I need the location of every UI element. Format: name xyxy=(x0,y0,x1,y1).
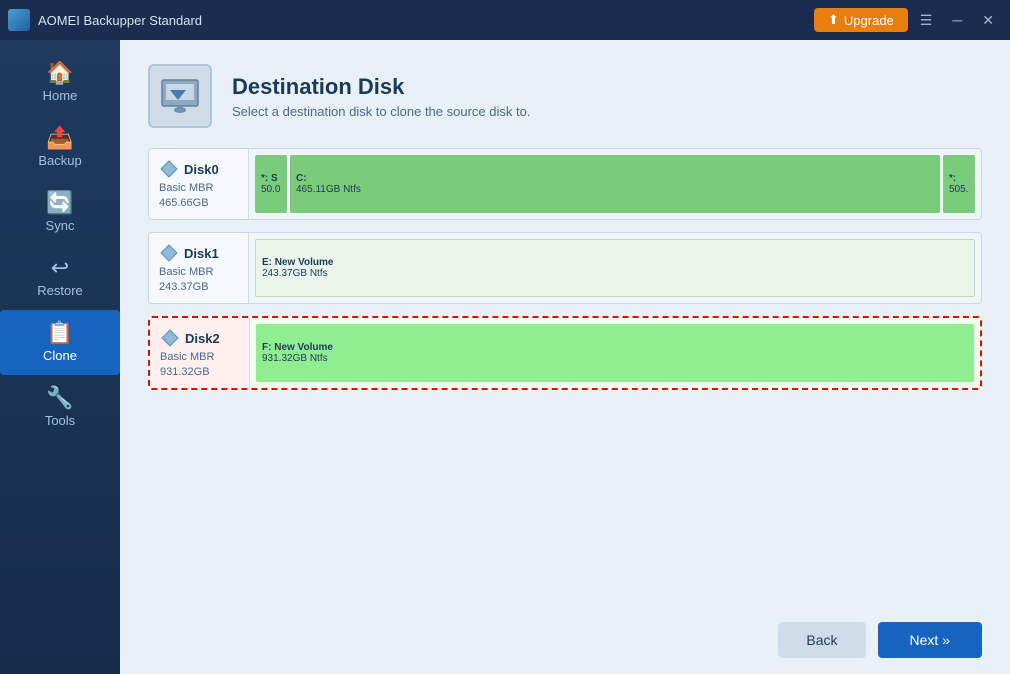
titlebar-right: ⬆ Upgrade ☰ ─ ✕ xyxy=(814,8,1002,33)
sidebar-item-home[interactable]: 🏠 Home xyxy=(0,50,120,115)
tools-icon: 🔧 xyxy=(46,387,73,409)
sidebar-label-backup: Backup xyxy=(38,153,81,168)
disk2-partitions: F: New Volume 931.32GB Ntfs xyxy=(250,318,980,388)
app-icon xyxy=(8,9,30,31)
clone-icon: 📋 xyxy=(46,322,73,344)
disk0-partition-c: C: 465.11GB Ntfs xyxy=(290,155,940,213)
upgrade-icon: ⬆ xyxy=(828,12,839,28)
restore-icon: ↩ xyxy=(51,257,69,279)
disk-row-disk2[interactable]: Disk2 Basic MBR 931.32GB F: New Volume 9… xyxy=(148,316,982,390)
page-icon-box xyxy=(148,64,212,128)
close-button[interactable]: ✕ xyxy=(974,8,1002,33)
disk0-size: 465.66GB xyxy=(159,197,238,209)
sidebar-label-home: Home xyxy=(43,88,78,103)
disk0-type: Basic MBR xyxy=(159,182,238,194)
sidebar-item-clone[interactable]: 📋 Clone xyxy=(0,310,120,375)
bottom-bar: Back Next » xyxy=(148,608,982,658)
backup-icon: 📤 xyxy=(46,127,73,149)
disk1-info: Disk1 Basic MBR 243.37GB xyxy=(149,233,249,303)
home-icon: 🏠 xyxy=(46,62,73,84)
sidebar-item-restore[interactable]: ↩ Restore xyxy=(0,245,120,310)
page-subtitle: Select a destination disk to clone the s… xyxy=(232,104,530,119)
disk0-partitions: *: S 50.0 C: 465.11GB Ntfs *: 505. xyxy=(249,149,981,219)
disk1-diamond-icon xyxy=(159,243,179,263)
titlebar: AOMEI Backupper Standard ⬆ Upgrade ☰ ─ ✕ xyxy=(0,0,1010,40)
sidebar-label-sync: Sync xyxy=(46,218,75,233)
disk0-name: Disk0 xyxy=(184,162,219,177)
disk0-info: Disk0 Basic MBR 465.66GB xyxy=(149,149,249,219)
disk1-name: Disk1 xyxy=(184,246,219,261)
back-button[interactable]: Back xyxy=(778,622,865,658)
main-layout: 🏠 Home 📤 Backup 🔄 Sync ↩ Restore 📋 Clone… xyxy=(0,40,1010,674)
titlebar-left: AOMEI Backupper Standard xyxy=(8,9,202,31)
upgrade-button[interactable]: ⬆ Upgrade xyxy=(814,8,908,32)
disk2-diamond-icon xyxy=(160,328,180,348)
disk2-info: Disk2 Basic MBR 931.32GB xyxy=(150,318,250,388)
page-header: Destination Disk Select a destination di… xyxy=(148,64,982,128)
disk1-size: 243.37GB xyxy=(159,281,238,293)
disk-list: Disk0 Basic MBR 465.66GB *: S 50.0 C: 46… xyxy=(148,148,982,608)
sidebar-item-sync[interactable]: 🔄 Sync xyxy=(0,180,120,245)
destination-disk-icon xyxy=(156,72,204,120)
sidebar-label-tools: Tools xyxy=(45,413,75,428)
minimize-button[interactable]: ─ xyxy=(944,8,970,32)
sidebar-item-backup[interactable]: 📤 Backup xyxy=(0,115,120,180)
menu-button[interactable]: ☰ xyxy=(912,8,941,33)
disk-row-disk0[interactable]: Disk0 Basic MBR 465.66GB *: S 50.0 C: 46… xyxy=(148,148,982,220)
disk1-type: Basic MBR xyxy=(159,266,238,278)
sidebar-item-tools[interactable]: 🔧 Tools xyxy=(0,375,120,440)
disk1-partition-e: E: New Volume 243.37GB Ntfs xyxy=(255,239,975,297)
disk0-partition-system: *: S 50.0 xyxy=(255,155,287,213)
disk2-partition-f: F: New Volume 931.32GB Ntfs xyxy=(256,324,974,382)
sidebar: 🏠 Home 📤 Backup 🔄 Sync ↩ Restore 📋 Clone… xyxy=(0,40,120,674)
disk2-type: Basic MBR xyxy=(160,351,239,363)
page-title: Destination Disk xyxy=(232,74,530,100)
disk-row-disk1[interactable]: Disk1 Basic MBR 243.37GB E: New Volume 2… xyxy=(148,232,982,304)
page-header-text: Destination Disk Select a destination di… xyxy=(232,74,530,119)
next-button[interactable]: Next » xyxy=(878,622,982,658)
sync-icon: 🔄 xyxy=(46,192,73,214)
disk2-size: 931.32GB xyxy=(160,366,239,378)
disk0-partition-end: *: 505. xyxy=(943,155,975,213)
sidebar-label-clone: Clone xyxy=(43,348,77,363)
disk1-partitions: E: New Volume 243.37GB Ntfs xyxy=(249,233,981,303)
content-area: Destination Disk Select a destination di… xyxy=(120,40,1010,674)
app-title: AOMEI Backupper Standard xyxy=(38,13,202,28)
sidebar-label-restore: Restore xyxy=(37,283,83,298)
disk0-diamond-icon xyxy=(159,159,179,179)
disk2-name: Disk2 xyxy=(185,331,220,346)
